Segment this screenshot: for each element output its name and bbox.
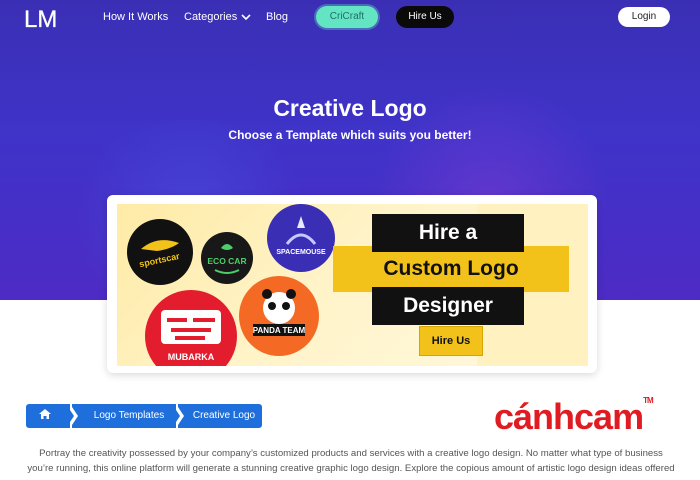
eco-car-logo: ECO CAR: [201, 232, 253, 284]
sportscar-logo-art: sportscar: [138, 240, 181, 269]
home-icon: [39, 409, 51, 420]
eco-car-logo-text: ECO CAR: [207, 256, 246, 266]
panda-team-logo-text: PANDA TEAM: [253, 326, 306, 335]
page: LM How It Works Categories Blog CriCraft…: [0, 0, 700, 480]
page-title: Creative Logo: [273, 95, 427, 121]
spacemouse-logo-text: SPACEMOUSE: [276, 249, 326, 256]
watermark-text: cánhcam: [494, 396, 644, 437]
hire-designer-banner[interactable]: sportscar ECO CAR SPACEMOUSE MUBARKA PAN…: [117, 204, 588, 366]
page-subtitle: Choose a Template which suits you better…: [228, 128, 472, 142]
panda-team-logo-art: PANDA TEAM: [253, 289, 306, 336]
panda-team-logo: PANDA TEAM: [239, 276, 319, 356]
sportscar-logo-text: sportscar: [138, 251, 181, 269]
brand-logo[interactable]: LM: [24, 6, 66, 30]
cricraft-button[interactable]: CriCraft: [316, 6, 378, 28]
banner-hire-us-button[interactable]: Hire Us: [419, 326, 483, 356]
breadcrumb-creative-logo[interactable]: Creative Logo: [178, 404, 262, 428]
breadcrumb-logo-templates[interactable]: Logo Templates: [72, 404, 176, 428]
sportscar-logo: sportscar: [127, 219, 193, 285]
spacemouse-logo-art: SPACEMOUSE: [268, 205, 334, 271]
chevron-down-icon: [241, 14, 251, 21]
breadcrumb-arrow: [66, 404, 74, 428]
watermark-trademark: TM: [643, 396, 654, 405]
mubarka-logo-text: MUBARKA: [168, 352, 215, 362]
spacemouse-logo: SPACEMOUSE: [267, 204, 335, 272]
nav-categories[interactable]: Categories: [184, 11, 251, 23]
top-nav: LM How It Works Categories Blog CriCraft…: [0, 0, 700, 36]
banner-line-custom-logo: Custom Logo: [333, 246, 569, 292]
breadcrumb-arrow: [172, 404, 180, 428]
banner-line-designer: Designer: [372, 287, 524, 325]
nav-how-it-works[interactable]: How It Works: [103, 11, 168, 23]
nav-categories-label: Categories: [184, 11, 238, 23]
login-button[interactable]: Login: [618, 7, 670, 27]
hire-us-nav-button[interactable]: Hire Us: [396, 6, 454, 28]
watermark-logo: cánhcamTM: [494, 396, 654, 438]
banner-line-hire-a: Hire a: [372, 214, 524, 252]
page-description: Portray the creativity possessed by your…: [27, 448, 675, 480]
breadcrumb-home[interactable]: [26, 404, 70, 428]
nav-blog[interactable]: Blog: [266, 11, 288, 23]
brand-logo-text: LM: [24, 6, 57, 30]
eco-car-logo-art: ECO CAR: [207, 244, 247, 274]
